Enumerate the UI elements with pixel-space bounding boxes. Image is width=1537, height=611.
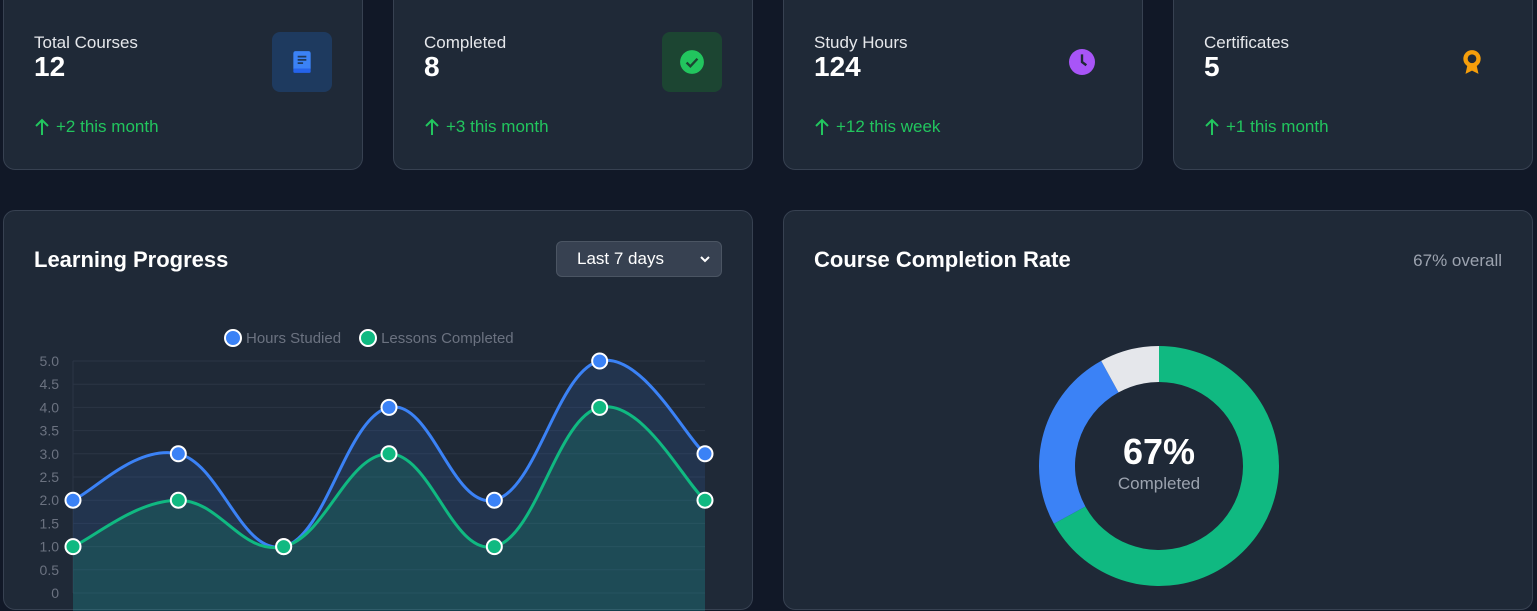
stat-value: 5: [1204, 51, 1220, 82]
y-tick-label: 0.5: [40, 562, 60, 578]
stat-change: +1 this month: [1204, 117, 1329, 137]
stat-title: Completed: [424, 33, 507, 52]
data-point: [169, 445, 187, 463]
stat-title: Study Hours: [814, 33, 908, 52]
stat-value: 12: [34, 51, 66, 82]
book-icon: [272, 32, 332, 92]
clock-icon: [1052, 32, 1112, 92]
stat-title: Total Courses: [34, 33, 138, 52]
stat-card-completed: Completed 8 +3 this month: [393, 0, 753, 170]
learning-progress-chart: 5.0 4.5 4.0 3.5 3.0 2.5 2.0 1.5 1.0 0.5 0: [40, 352, 714, 611]
arrow-up-icon: [1205, 118, 1219, 135]
stat-change: +3 this month: [424, 117, 549, 137]
overall-rate: 67% overall: [1413, 251, 1502, 270]
donut-label: Completed: [1117, 474, 1201, 493]
y-tick-label: 1.5: [40, 515, 60, 531]
y-tick-label: 2.0: [40, 492, 60, 508]
panel-title: Course Completion Rate: [814, 247, 1071, 272]
award-icon: [1442, 32, 1502, 92]
arrow-up-icon: [815, 118, 829, 135]
data-point: [696, 491, 714, 509]
y-tick-label: 4.0: [40, 399, 60, 415]
y-tick-label: 1.0: [40, 539, 60, 555]
data-point: [169, 491, 187, 509]
data-point: [591, 398, 609, 416]
data-point: [591, 352, 609, 370]
data-point: [275, 538, 293, 556]
stat-card-certificates: Certificates 5 +1 this month: [1173, 0, 1533, 170]
stat-change-text: +2 this month: [56, 117, 159, 136]
y-tick-label: 4.5: [40, 376, 60, 392]
data-point: [696, 445, 714, 463]
arrow-up-icon: [35, 118, 49, 135]
donut-percentage: 67%: [1122, 431, 1196, 472]
stat-value: 124: [814, 51, 861, 82]
y-tick-label: 3.0: [40, 446, 60, 462]
data-point: [64, 491, 82, 509]
stat-card-total-courses: Total Courses 12 +2 this month: [3, 0, 363, 170]
stat-change-text: +3 this month: [446, 117, 549, 136]
data-point: [485, 538, 503, 556]
learning-progress-panel: Learning Progress Last 7 days Hours Stud…: [3, 210, 753, 611]
stat-value: 8: [424, 51, 440, 82]
stat-change: +2 this month: [34, 117, 159, 137]
arrow-up-icon: [425, 118, 439, 135]
y-tick-label: 5.0: [40, 353, 60, 369]
stat-change: +12 this week: [814, 117, 940, 137]
y-tick-label: 3.5: [40, 423, 60, 439]
data-point: [380, 398, 398, 416]
stat-change-text: +1 this month: [1226, 117, 1329, 136]
completion-donut: 67% Completed: [1039, 346, 1279, 586]
data-point: [485, 491, 503, 509]
y-tick-label: 2.5: [40, 469, 60, 485]
y-tick-label: 0: [51, 585, 59, 601]
course-completion-panel: Course Completion Rate 67% overall 67% C…: [783, 210, 1533, 610]
stat-card-study-hours: Study Hours 124 +12 this week: [783, 0, 1143, 170]
donut-center: 67% Completed: [1039, 432, 1279, 494]
data-point: [64, 538, 82, 556]
stat-title: Certificates: [1204, 33, 1290, 52]
check-circle-icon: [662, 32, 722, 92]
data-point: [380, 445, 398, 463]
stat-change-text: +12 this week: [836, 117, 941, 136]
